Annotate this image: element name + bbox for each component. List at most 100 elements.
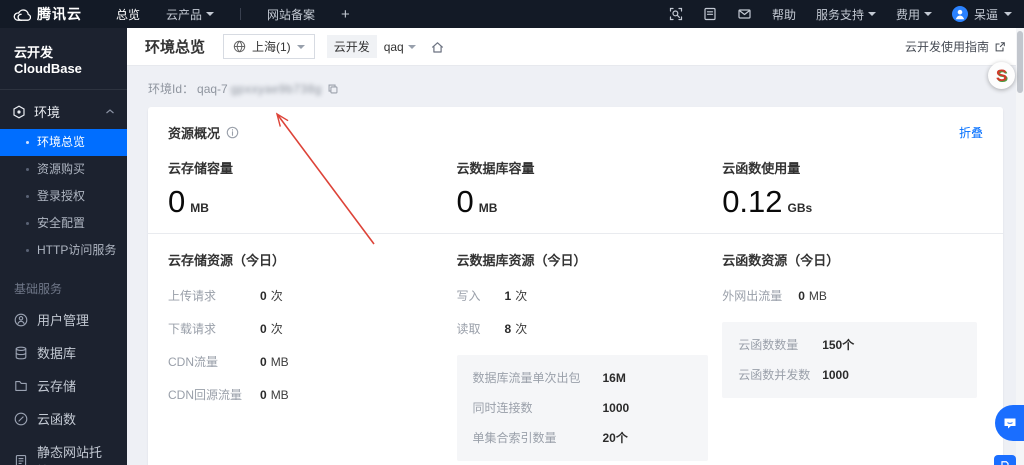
stat-database-capacity: 云数据库容量 0 MB — [456, 161, 535, 219]
sidebar-item-user-management[interactable]: 用户管理 — [0, 303, 127, 336]
product-tag: 云开发 — [326, 35, 377, 58]
function-icon — [14, 412, 28, 426]
sidebar-title: 云开发 CloudBase — [0, 28, 127, 90]
env-selector[interactable]: qaq — [384, 40, 416, 54]
document-icon — [14, 454, 28, 465]
sidebar-section-basic-services: 基础服务 — [14, 282, 63, 296]
cloudbase-guide-link[interactable]: 云开发使用指南 — [905, 38, 1006, 55]
billing-menu[interactable]: 费用 — [896, 6, 932, 23]
sidebar-item-cloud-function[interactable]: 云函数 — [0, 402, 127, 435]
env-id-label: 环境Id： — [148, 82, 195, 96]
brand-name: 腾讯云 — [37, 6, 82, 22]
stat-unit: GBs — [787, 201, 813, 215]
nav-divider — [240, 8, 242, 20]
topbar: 腾讯云 总览 云产品 网站备案 + 帮助 服务支持 费用 呆逼 — [0, 0, 1024, 28]
document-icon[interactable] — [703, 7, 717, 21]
stat-value: 0.12 — [722, 184, 783, 219]
sidebar: 云开发 CloudBase 环境 环境总览 资源购买 登录授权 安全配置 HTT… — [0, 28, 127, 465]
stat-unit: MB — [478, 201, 498, 215]
region-selector[interactable]: 上海(1) — [223, 34, 315, 59]
chevron-up-icon — [105, 108, 115, 115]
scrollbar-track[interactable] — [1016, 28, 1024, 465]
chevron-down-icon — [923, 12, 932, 20]
nav-add-favorite-button[interactable]: + — [341, 6, 350, 23]
support-menu[interactable]: 服务支持 — [816, 6, 876, 23]
chevron-down-icon — [296, 44, 305, 53]
kv-row: 写入 1 次 — [456, 289, 528, 303]
sidebar-item-cloud-storage[interactable]: 云存储 — [0, 369, 127, 402]
kv-row: 外网出流量 0 MB — [722, 289, 827, 303]
help-link[interactable]: 帮助 — [772, 6, 796, 23]
chat-support-button[interactable] — [995, 405, 1024, 441]
user-icon — [14, 313, 28, 327]
quota-row: 数据库流量单次出包 16M — [472, 371, 626, 385]
sidebar-item-login-auth[interactable]: 登录授权 — [0, 183, 127, 210]
storage-today-section: 云存储资源（今日） 上传请求 0 次 下载请求 0 次 CDN流量 0 MB CDN回源流量… — [168, 250, 457, 461]
database-today-section: 云数据库资源（今日） 写入 1 次 读取 8 次 数据库流量单次出包 16M 同时连接数 1… — [456, 250, 723, 461]
sidebar-item-http-access[interactable]: HTTP访问服务 — [0, 237, 127, 264]
chevron-down-icon — [407, 44, 416, 53]
hexagon-env-icon — [12, 105, 26, 119]
globe-icon — [233, 40, 246, 53]
nav-cloud-products[interactable]: 云产品 — [166, 6, 215, 23]
sidebar-group-environment[interactable]: 环境 — [0, 90, 127, 129]
quota-row: 同时连接数 1000 — [472, 401, 630, 415]
mail-icon[interactable] — [737, 7, 752, 21]
kv-row: CDN回源流量 0 MB — [168, 388, 289, 402]
stat-function-usage: 云函数使用量 0.12 GBs — [722, 161, 813, 219]
env-id-visible: qaq-7 — [197, 81, 228, 96]
cloud-logo-icon — [12, 7, 31, 22]
resource-overview-card: 资源概况 折叠 云存储容量 0 MB 云数据库容量 0MB 云函数使用量 0.1… — [148, 107, 1003, 465]
nav-overview[interactable]: 总览 — [116, 6, 140, 23]
doc-icon — [999, 460, 1011, 465]
nav-beian[interactable]: 网站备案 — [267, 6, 315, 23]
chevron-down-icon — [867, 12, 876, 20]
scrollbar-thumb[interactable] — [1017, 31, 1023, 93]
stat-value: 0 — [168, 184, 186, 219]
kv-row: 上传请求 0 次 — [168, 289, 283, 303]
content: 环境Id： qaq-7 gpxxyae9b738g 资源概况 折叠 云存储容量 … — [127, 66, 1024, 465]
avatar — [951, 6, 968, 22]
stats-row: 云存储容量 0 MB 云数据库容量 0 MB 云函数使用量 0.12 GBs — [148, 142, 1003, 233]
env-id-masked: gpxxyae9b738g — [230, 81, 322, 96]
chat-bubble-icon — [1003, 417, 1017, 430]
card-header: 资源概况 折叠 — [148, 107, 1003, 142]
external-link-icon — [994, 41, 1006, 53]
home-icon[interactable] — [430, 40, 445, 54]
username: 呆逼 — [973, 7, 998, 22]
page-header: 环境总览 上海(1) 云开发 qaq 云开发使用指南 — [127, 28, 1024, 66]
stat-value: 0 — [456, 184, 474, 219]
sidebar-item-env-overview[interactable]: 环境总览 — [0, 129, 127, 156]
tencent-cloud-logo[interactable]: 腾讯云 — [12, 4, 82, 24]
search-scan-icon[interactable] — [669, 7, 683, 21]
kv-row: 下载请求 0 次 — [168, 322, 283, 336]
s-extension-badge[interactable]: S — [988, 62, 1015, 89]
sidebar-item-resource-purchase[interactable]: 资源购买 — [0, 156, 127, 183]
env-id-row: 环境Id： qaq-7 gpxxyae9b738g — [148, 80, 1003, 97]
database-quota-box: 数据库流量单次出包 16M 同时连接数 1000 单集合索引数量 20个 — [456, 355, 709, 461]
quota-row: 单集合索引数量 20个 — [472, 431, 628, 445]
sidebar-item-database[interactable]: 数据库 — [0, 336, 127, 369]
product-env-group: 云开发 qaq — [326, 35, 416, 58]
database-icon — [14, 346, 28, 360]
sidebar-item-static-hosting[interactable]: 静态网站托管 — [0, 435, 127, 465]
details-row: 云存储资源（今日） 上传请求 0 次 下载请求 0 次 CDN流量 0 MB CDN回源流量… — [148, 233, 1003, 465]
function-quota-box: 云函数数量 150个 云函数并发数 1000 — [722, 322, 977, 398]
stat-storage-capacity: 云存储容量 0 MB — [168, 161, 234, 219]
collapse-link[interactable]: 折叠 — [959, 124, 983, 141]
copy-icon[interactable] — [327, 83, 339, 95]
page-title: 环境总览 — [145, 39, 206, 56]
kv-row: 读取 8 次 — [456, 322, 528, 336]
chevron-down-icon — [1004, 12, 1012, 20]
user-account-menu[interactable]: 呆逼 — [951, 6, 1012, 23]
sidebar-item-security-config[interactable]: 安全配置 — [0, 210, 127, 237]
quota-row: 云函数数量 150个 — [738, 338, 855, 352]
function-today-section: 云函数资源（今日） 外网出流量 0 MB 云函数数量 150个 云函数并发数 1000 — [722, 250, 983, 461]
chevron-down-icon — [206, 12, 215, 20]
topbar-nav: 总览 云产品 网站备案 + — [116, 6, 350, 23]
main-area: 环境总览 上海(1) 云开发 qaq 云开发使用指南 环境Id： qaq-7 g… — [127, 28, 1024, 465]
kv-row: CDN流量 0 MB — [168, 355, 289, 369]
info-icon[interactable] — [226, 126, 239, 139]
feedback-corner-button[interactable] — [994, 455, 1016, 465]
topbar-right: 帮助 服务支持 费用 呆逼 — [669, 6, 1012, 23]
